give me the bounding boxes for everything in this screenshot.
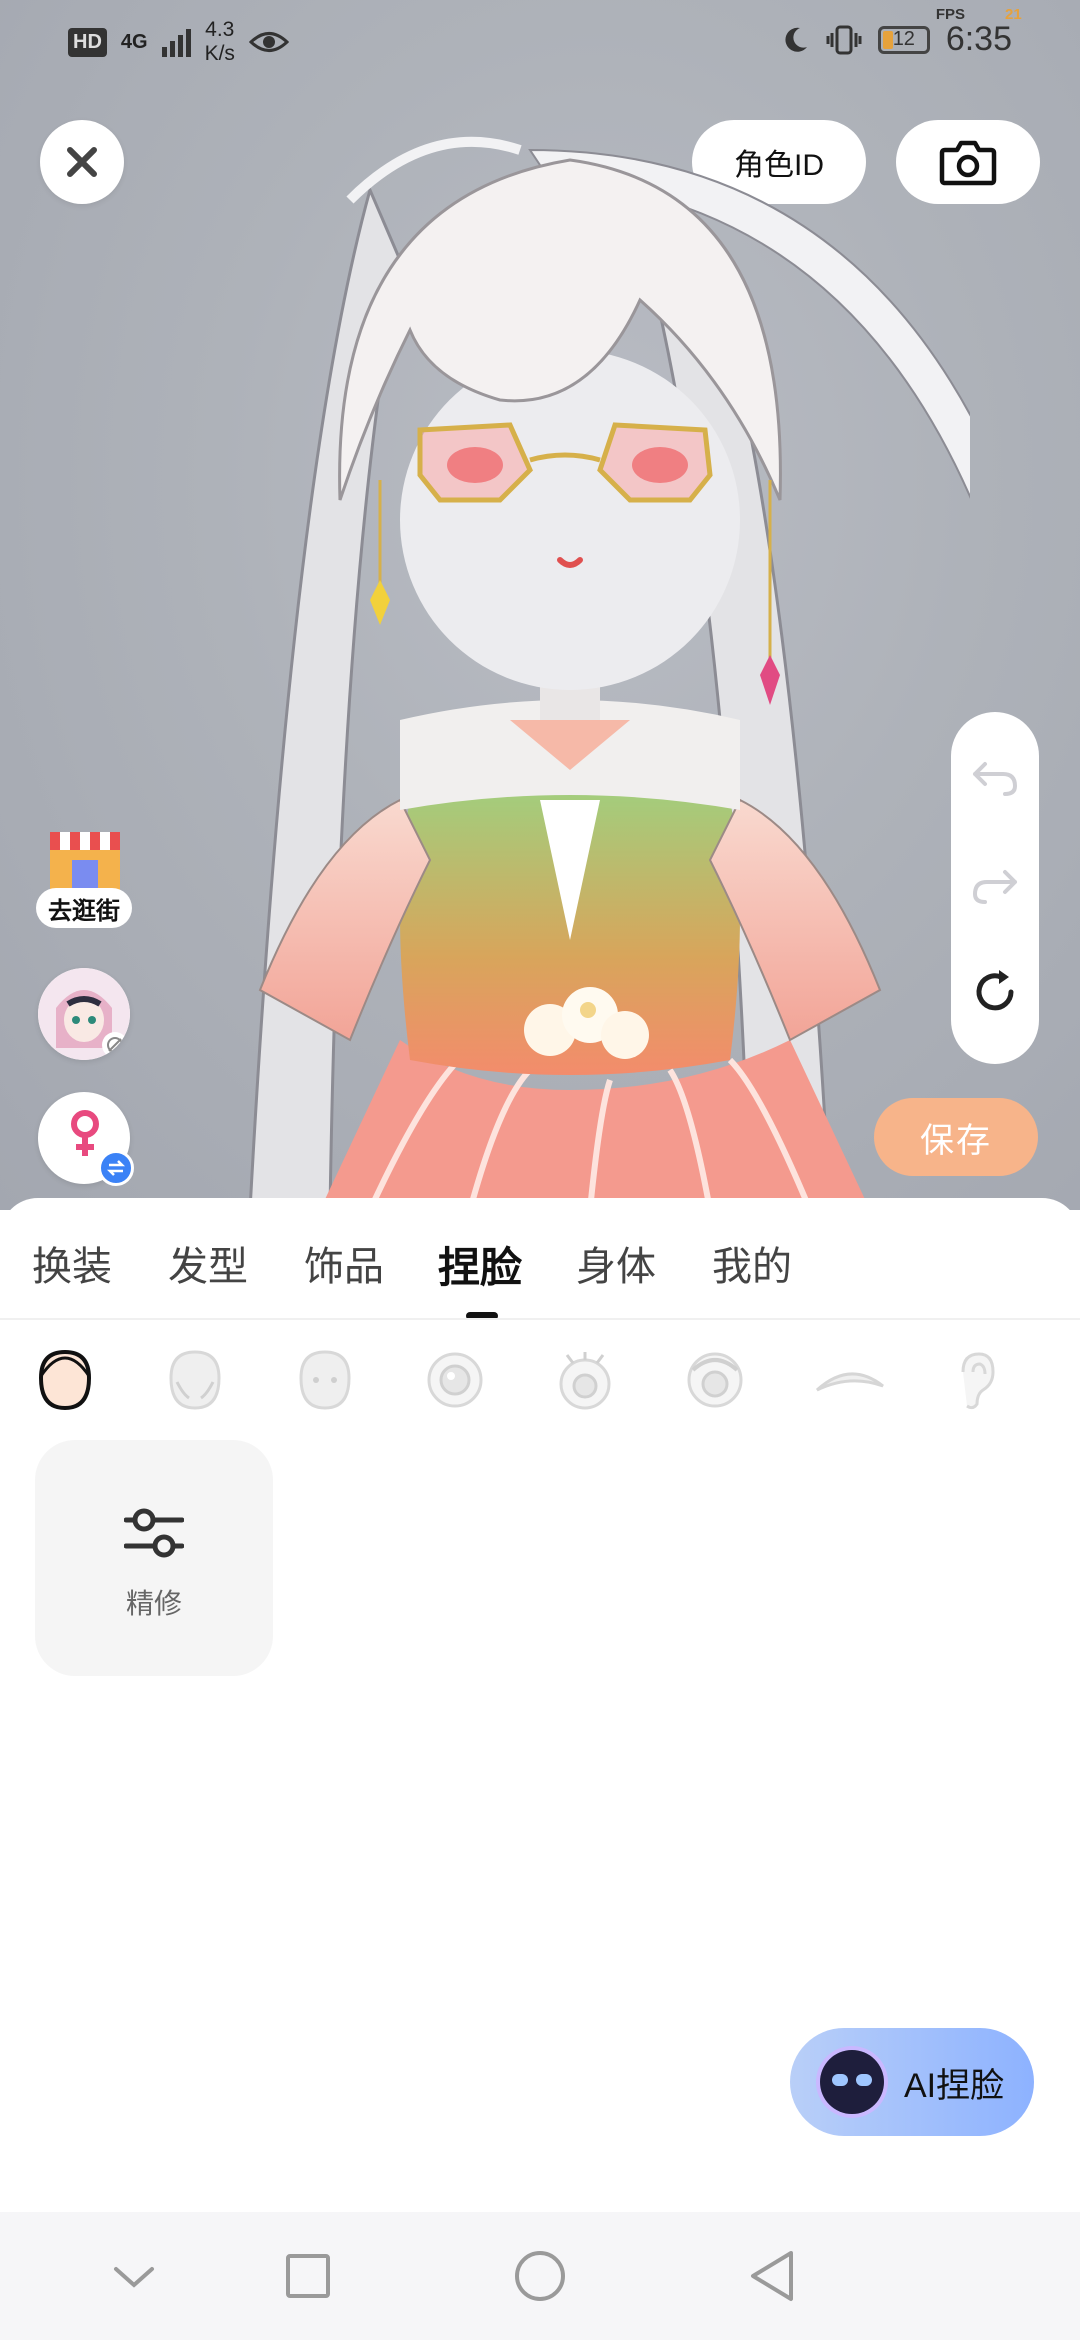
edit-history-toolbar — [951, 712, 1039, 1064]
undo-icon — [973, 762, 1017, 796]
face-contour-icon — [169, 1350, 221, 1410]
square-icon — [286, 2254, 330, 2298]
vibrate-icon — [826, 25, 862, 54]
nav-collapse-button[interactable] — [104, 2246, 164, 2306]
ear-button[interactable] — [943, 1348, 1007, 1412]
eye-icon — [248, 32, 289, 52]
speed-value: 4.3 — [205, 18, 235, 41]
fps-label: FPS — [935, 6, 965, 23]
chevron-down-icon — [114, 2267, 154, 2288]
sliders-icon — [124, 1508, 184, 1558]
swap-icon — [98, 1150, 134, 1186]
status-bar: HD 4G 4.3 K/s 12 FPS 21 6:35 — [0, 0, 1080, 90]
ai-face-button[interactable]: AI捏脸 — [790, 2028, 1034, 2136]
hide-badge-icon — [102, 1032, 128, 1058]
gender-switch-button[interactable] — [38, 1092, 134, 1186]
fps-counter: FPS 21 — [936, 6, 1022, 23]
face-shape-icon — [38, 1349, 92, 1411]
redo-icon — [973, 870, 1017, 904]
eyelash-button[interactable] — [553, 1348, 617, 1412]
tab-outfit[interactable]: 换装 — [32, 1234, 112, 1292]
tab-body[interactable]: 身体 — [576, 1234, 656, 1292]
fps-value: 21 — [1005, 6, 1022, 23]
category-tabs: 换装 发型 饰品 捏脸 身体 我的 — [0, 1234, 1080, 1304]
save-button[interactable]: 保存 — [874, 1098, 1038, 1176]
speed-unit: K/s — [204, 42, 235, 65]
back-triangle-icon — [751, 2251, 793, 2301]
character-avatar[interactable] — [170, 80, 970, 1210]
network-speed: 4.3 K/s — [205, 18, 235, 66]
nav-home-button[interactable] — [510, 2246, 570, 2306]
tab-hairstyle[interactable]: 发型 — [168, 1234, 248, 1292]
circle-icon — [515, 2251, 565, 2301]
eye-shape-icon — [427, 1352, 483, 1408]
battery-icon: 12 — [877, 25, 930, 54]
refine-label: 精修 — [125, 1588, 182, 1619]
face-contour-button[interactable] — [163, 1348, 227, 1412]
close-icon — [67, 147, 97, 177]
pupil-button[interactable] — [683, 1348, 747, 1412]
tab-mine[interactable]: 我的 — [712, 1234, 792, 1292]
moon-icon — [785, 27, 807, 52]
battery-level: 12 — [892, 28, 915, 50]
eyebrow-icon — [815, 1372, 884, 1392]
ai-face-label: AI捏脸 — [904, 2066, 1005, 2105]
refine-card[interactable]: 精修 — [35, 1440, 273, 1676]
eyebrow-button[interactable] — [813, 1348, 887, 1412]
nav-back-button[interactable] — [742, 2246, 802, 2306]
close-button[interactable] — [40, 120, 124, 204]
network-type: 4G — [120, 31, 148, 53]
customize-panel: 换装 发型 饰品 捏脸 身体 我的 精修 AI捏脸 — [0, 1198, 1080, 2212]
divider — [0, 1318, 1080, 1320]
reset-button[interactable] — [951, 948, 1039, 1036]
shop-icon — [50, 832, 120, 892]
character-stage[interactable]: HD 4G 4.3 K/s 12 FPS 21 6:35 角色ID 去逛街 保存 — [0, 0, 1080, 1210]
shop-label: 去逛街 — [36, 888, 132, 928]
hd-indicator: HD — [68, 27, 107, 57]
robot-icon — [820, 2050, 884, 2114]
nav-recents-button[interactable] — [278, 2246, 338, 2306]
undo-button[interactable] — [951, 734, 1039, 822]
eye-shape-button[interactable] — [423, 1348, 487, 1412]
system-nav-bar — [0, 2212, 1080, 2340]
female-icon — [71, 1110, 99, 1156]
avatar-switch-button[interactable] — [38, 968, 130, 1060]
signal-icon — [161, 27, 191, 57]
tab-face[interactable]: 捏脸 — [438, 1234, 522, 1295]
face-shape-button[interactable] — [33, 1348, 97, 1412]
eyelash-icon — [559, 1352, 611, 1410]
ear-icon — [961, 1352, 995, 1410]
time: 6:35 — [945, 20, 1012, 58]
clock: FPS 21 6:35 — [936, 6, 1022, 59]
redo-button[interactable] — [951, 842, 1039, 930]
reset-icon — [976, 970, 1014, 1011]
tab-accessories[interactable]: 饰品 — [304, 1234, 384, 1292]
face-front-button[interactable] — [293, 1348, 357, 1412]
face-front-icon — [299, 1350, 351, 1410]
shop-button[interactable]: 去逛街 — [36, 832, 132, 936]
pupil-icon — [687, 1352, 743, 1408]
